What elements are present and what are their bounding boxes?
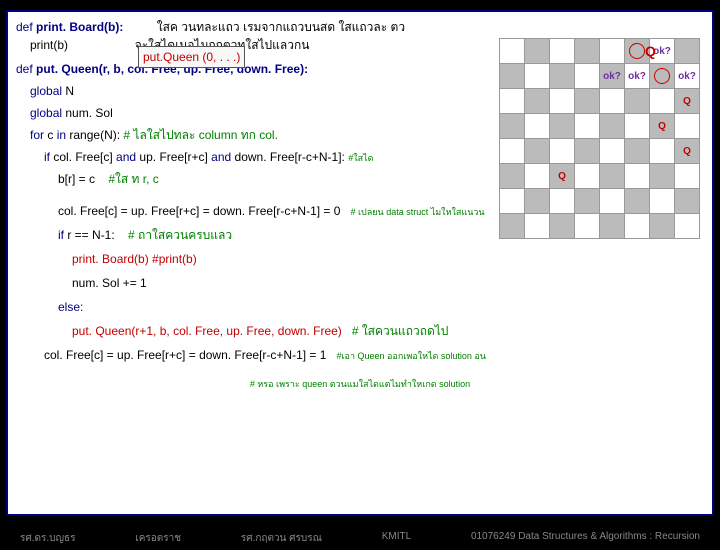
queen-cell: Q — [550, 164, 575, 189]
rn1: r == N-1: — [67, 228, 114, 242]
kw-def: def — [16, 20, 33, 34]
footer-author2: เครอตราช — [135, 531, 181, 546]
line-def-printboard: def print. Board(b): ใสค วนทละแถว เรมจาก… — [16, 18, 704, 36]
kw-if2: if — [58, 228, 64, 242]
circle-icon — [629, 43, 645, 59]
fn-printboard: print. Board(b): — [36, 20, 123, 34]
kw-and2: and — [211, 150, 231, 164]
circle-icon — [654, 68, 670, 84]
comment-5: # ถาใสควนครบแลว — [128, 228, 232, 242]
queen-cell: Q — [675, 139, 700, 164]
comment-3: #ใส ท r, c — [108, 172, 158, 186]
ok-cell: ok? — [625, 64, 650, 89]
line-bottom-comment: # หรอ เพราะ queen ตวนแมใสไดแตไมทำใหเกด s… — [16, 374, 704, 392]
footer-kmitl: KMITL — [382, 531, 411, 546]
downfree: down. Free[r-c+N-1]: — [235, 150, 345, 164]
putqueen-recurse: put. Queen(r+1, b, col. Free, up. Free, … — [72, 324, 342, 338]
set1: col. Free[c] = up. Free[r+c] = down. Fre… — [44, 348, 326, 362]
kw-def2: def — [16, 62, 33, 76]
footer-author1: รศ.ดร.บญธร — [20, 531, 75, 546]
comment-7: #เอา Queen ออกเพอใหได solution อน — [336, 351, 486, 361]
queen-cell: Q — [645, 41, 656, 62]
line-else: else: — [16, 298, 704, 316]
var-numsol: num. Sol — [65, 106, 112, 120]
line-recurse: put. Queen(r+1, b, col. Free, up. Free, … — [16, 322, 704, 340]
printb: print(b) — [30, 38, 68, 52]
queen-cell: Q — [650, 114, 675, 139]
queen-cell: Q — [675, 89, 700, 114]
numsol-inc: num. Sol += 1 — [72, 276, 147, 290]
ok-cell: ok? — [600, 64, 625, 89]
footer-author3: รศ.กฤตวน ศรบรณ — [241, 531, 322, 546]
colfree: col. Free[c] — [53, 150, 112, 164]
line-set1: col. Free[c] = up. Free[r+c] = down. Fre… — [16, 346, 704, 364]
kw-else: else: — [58, 300, 83, 314]
line-printboard: print. Board(b) #print(b) — [16, 250, 704, 268]
set0: col. Free[c] = up. Free[r+c] = down. Fre… — [58, 204, 340, 218]
var-n: N — [65, 84, 74, 98]
comment-2: #ใสได — [348, 153, 373, 163]
ok-cell: ok? — [675, 64, 700, 89]
comment-1: # ไลใสไปทละ column ทก col. — [123, 128, 277, 142]
chessboard: Qok? ok?ok?ok? Q Q Q Q — [499, 38, 700, 239]
kw-if1: if — [44, 150, 50, 164]
kw-in: in — [57, 128, 66, 142]
thai-1: ใสค วนทละแถว เรมจากแถวบนสด ใสแถวละ ตว — [157, 20, 405, 34]
kw-for: for — [30, 128, 44, 142]
footer-course: 01076249 Data Structures & Algorithms : … — [471, 531, 700, 546]
comment-8: # หรอ เพราะ queen ตวนแมใสไดแตไมทำใหเกด s… — [250, 379, 470, 389]
slide: def print. Board(b): ใสค วนทละแถว เรมจาก… — [0, 10, 720, 550]
range-n: range(N): — [69, 128, 120, 142]
footer: รศ.ดร.บญธร เครอตราช รศ.กฤตวน ศรบรณ KMITL… — [0, 531, 720, 546]
var-c: c — [47, 128, 53, 142]
brc: b[r] = c — [58, 172, 95, 186]
putqueen-call: put.Queen (0, . . .) — [143, 50, 240, 64]
comment-6: # ใสควนแถวถดไป — [352, 324, 449, 338]
line-numsol: num. Sol += 1 — [16, 274, 704, 292]
printboard-call: print. Board(b) #print(b) — [72, 252, 197, 266]
kw-and1: and — [116, 150, 136, 164]
comment-4: # เปลยน data struct ไมใหใสแนวน — [350, 207, 484, 217]
kw-global1: global — [30, 84, 62, 98]
putqueen-box: put.Queen (0, . . .) — [138, 46, 245, 68]
upfree: up. Free[r+c] — [139, 150, 207, 164]
kw-global2: global — [30, 106, 62, 120]
content-box: def print. Board(b): ใสค วนทละแถว เรมจาก… — [6, 10, 714, 516]
